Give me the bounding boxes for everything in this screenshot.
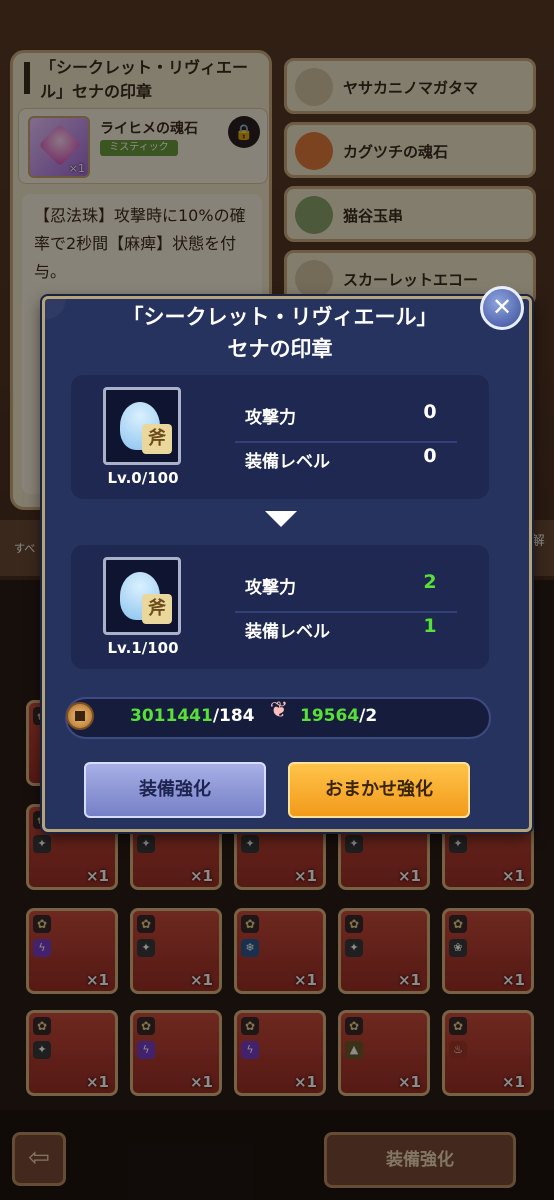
coin-required: /184 [212, 706, 255, 726]
attack-value-new: 2 [423, 571, 437, 593]
arrow-down-icon [265, 511, 297, 527]
equipment-icon: 斧 [103, 387, 181, 465]
seal-glyph: 斧 [142, 424, 172, 454]
attack-label: 攻撃力 [245, 408, 296, 428]
current-level: Lv.0/100 [107, 469, 179, 487]
enhance-button[interactable]: 装備強化 [84, 762, 266, 818]
close-icon[interactable]: ✕ [480, 286, 524, 330]
attack-value: 0 [423, 401, 437, 423]
coin-icon [66, 702, 94, 730]
equipment-icon: 斧 [103, 557, 181, 635]
auto-enhance-button[interactable]: おまかせ強化 [288, 762, 470, 818]
feather-icon: ❦ [269, 698, 289, 723]
equip-level-value: 0 [423, 445, 437, 467]
attack-label: 攻撃力 [245, 578, 296, 598]
equip-level-label: 装備レベル [245, 622, 330, 642]
equip-level-label: 装備レベル [245, 452, 330, 472]
dialog-title-line2: セナの印章 [227, 337, 333, 361]
material-required: /2 [359, 706, 378, 726]
seal-glyph: 斧 [142, 594, 172, 624]
material-owned: 19564 [300, 706, 360, 726]
next-level: Lv.1/100 [107, 639, 179, 657]
stat-divider [235, 611, 457, 613]
equip-level-value-new: 1 [423, 615, 437, 637]
stat-divider [235, 441, 457, 443]
dialog-title: 「シークレット・リヴィエール」 セナの印章 [45, 301, 515, 365]
coin-cost: 3011441/184 [130, 706, 255, 726]
material-cost: 19564/2 [300, 706, 377, 726]
enhance-dialog: 「シークレット・リヴィエール」 セナの印章 斧 Lv.0/100 攻撃力 0 装… [42, 296, 532, 832]
coin-owned: 3011441 [130, 706, 213, 726]
dialog-title-line1: 「シークレット・リヴィエール」 [122, 305, 438, 329]
